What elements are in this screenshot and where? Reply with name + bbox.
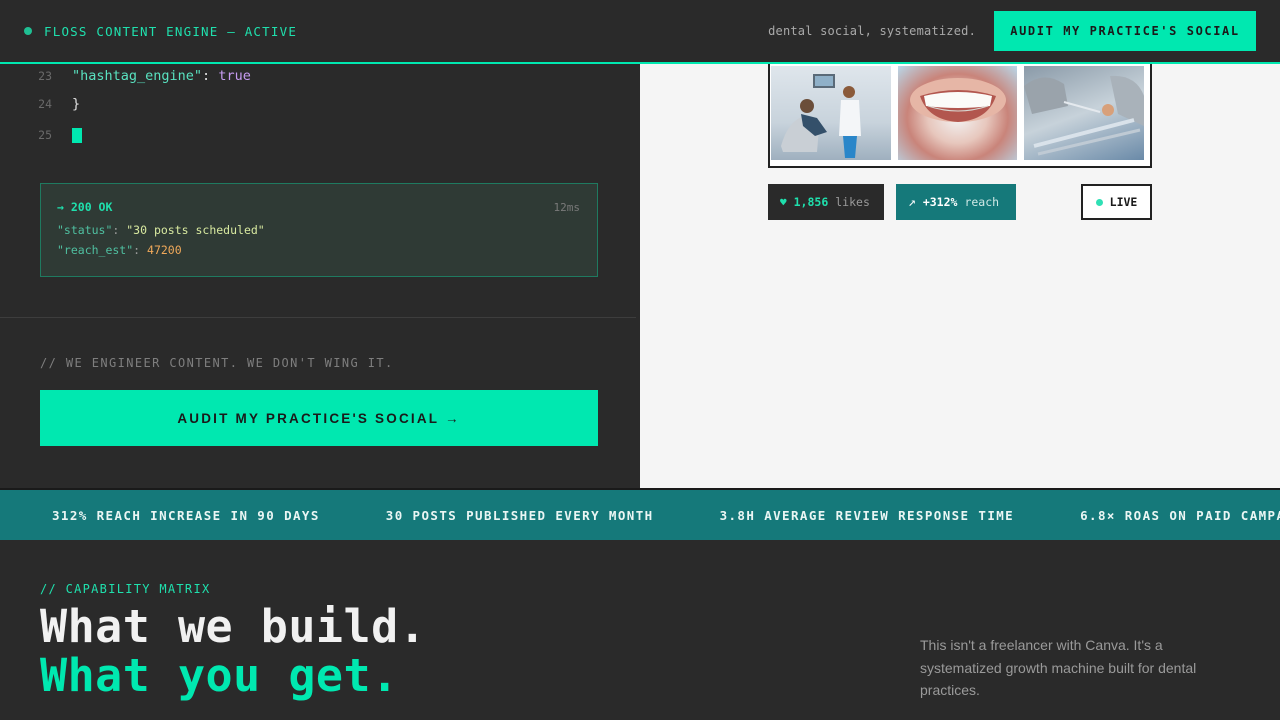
live-dot-icon bbox=[1095, 198, 1103, 206]
live-label: LIVE bbox=[1109, 195, 1138, 209]
ticker-item: 3.8H AVERAGE REVIEW RESPONSE TIME bbox=[719, 507, 1015, 523]
code-line-24: 24 } bbox=[0, 93, 80, 115]
code-line-25: 25 bbox=[0, 124, 82, 146]
ticker-item: 30 POSTS PUBLISHED EVERY MONTH bbox=[385, 507, 654, 523]
api-response-box: → 200 OK 12ms "status": "30 posts schedu… bbox=[40, 183, 598, 277]
engineer-comment: // WE ENGINEER CONTENT. WE DON'T WING IT… bbox=[40, 356, 394, 370]
tools-illustration bbox=[1024, 75, 1145, 156]
text-cursor bbox=[72, 127, 82, 143]
response-key: "status" bbox=[57, 223, 113, 237]
response-status: → 200 OK bbox=[57, 200, 113, 214]
capability-blurb: This isn't a freelancer with Canva. It's… bbox=[920, 637, 1197, 698]
tagline: dental social, systematized. bbox=[768, 24, 976, 38]
brand: FLOSS CONTENT ENGINE — ACTIVE bbox=[24, 24, 297, 39]
image-grid bbox=[768, 62, 1152, 168]
line-number: 25 bbox=[38, 128, 52, 142]
divider bbox=[0, 317, 636, 318]
dental-tools-photo bbox=[1024, 66, 1145, 160]
response-key: "reach_est" bbox=[57, 243, 134, 257]
code-value: true bbox=[218, 68, 251, 84]
smile-illustration bbox=[909, 78, 1006, 122]
brand-text: FLOSS CONTENT ENGINE — ACTIVE bbox=[44, 23, 298, 39]
reach-label: reach bbox=[964, 195, 1000, 209]
headline-get: What you get. bbox=[40, 649, 399, 702]
audit-button[interactable]: AUDIT MY PRACTICE'S SOCIAL → bbox=[40, 390, 598, 446]
response-colon: : bbox=[133, 243, 148, 257]
likes-count: 1,856 bbox=[793, 195, 829, 209]
stats-ticker: 312% REACH INCREASE IN 90 DAYS 30 POSTS … bbox=[0, 488, 1280, 540]
smile-photo bbox=[897, 66, 1018, 160]
ticker-item: 6.8× ROAS ON PAID CAMPAIGNS bbox=[1080, 507, 1280, 523]
code-key: "hashtag_engine" bbox=[72, 68, 203, 84]
headline-build: What we build. bbox=[40, 600, 427, 653]
capability-label: // CAPABILITY MATRIX bbox=[40, 582, 211, 596]
line-number: 24 bbox=[38, 97, 52, 111]
clinic-illustration bbox=[781, 74, 861, 158]
reach-count: +312% bbox=[922, 195, 958, 209]
response-row-status: "status": "30 posts scheduled" bbox=[57, 223, 581, 237]
response-colon: : bbox=[112, 223, 127, 237]
code-colon: : bbox=[202, 68, 219, 84]
nav-audit-button[interactable]: AUDIT MY PRACTICE'S SOCIAL bbox=[994, 11, 1256, 51]
line-number: 23 bbox=[38, 69, 52, 83]
response-value: "30 posts scheduled" bbox=[126, 223, 265, 237]
response-time: 12ms bbox=[553, 201, 581, 214]
arrow-up-right-icon: ↗ bbox=[908, 194, 916, 210]
reach-badge: ↗ +312% reach bbox=[896, 184, 1016, 220]
likes-label: likes bbox=[835, 195, 870, 209]
response-value: 47200 bbox=[147, 243, 182, 257]
nav-right: dental social, systematized. AUDIT MY PR… bbox=[768, 11, 1256, 51]
status-dot-icon bbox=[24, 27, 32, 35]
likes-badge: ♥ 1,856 likes bbox=[768, 184, 884, 220]
code-line-23: 23 "hashtag_engine" : true bbox=[0, 65, 251, 87]
code-brace: } bbox=[72, 96, 81, 112]
response-row-reach: "reach_est": 47200 bbox=[57, 243, 581, 257]
ticker-item: 312% REACH INCREASE IN 90 DAYS bbox=[52, 507, 320, 523]
preview-panel: ♥ 1,856 likes ↗ +312% reach LIVE bbox=[640, 62, 1280, 488]
heart-icon: ♥ bbox=[780, 195, 787, 209]
code-panel: 23 "hashtag_engine" : true 24 } 25 → 200… bbox=[0, 64, 640, 488]
live-badge: LIVE bbox=[1081, 184, 1152, 220]
dental-clinic-photo bbox=[771, 66, 891, 160]
top-nav: FLOSS CONTENT ENGINE — ACTIVE dental soc… bbox=[0, 0, 1280, 64]
